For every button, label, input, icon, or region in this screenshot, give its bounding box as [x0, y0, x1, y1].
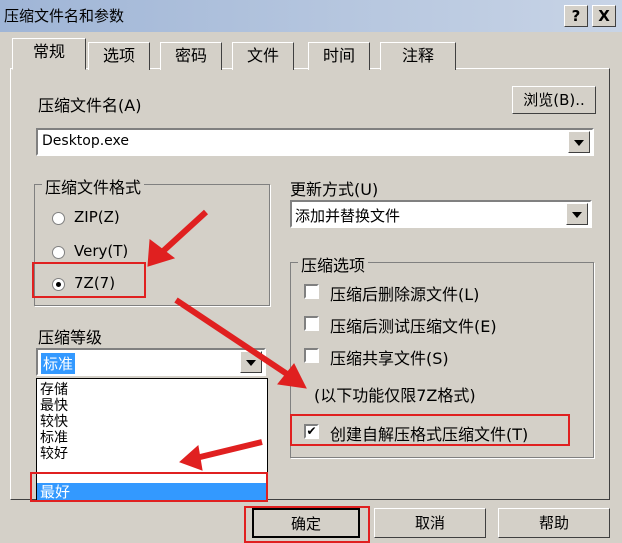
arrow-to-sfx [174, 297, 292, 379]
arrow-to-7z [157, 209, 209, 257]
tab-general[interactable]: 常规 [12, 38, 86, 70]
arrow-to-best [195, 439, 263, 461]
arrow-to-best-head [179, 445, 203, 471]
annotation-arrows [147, 209, 307, 471]
